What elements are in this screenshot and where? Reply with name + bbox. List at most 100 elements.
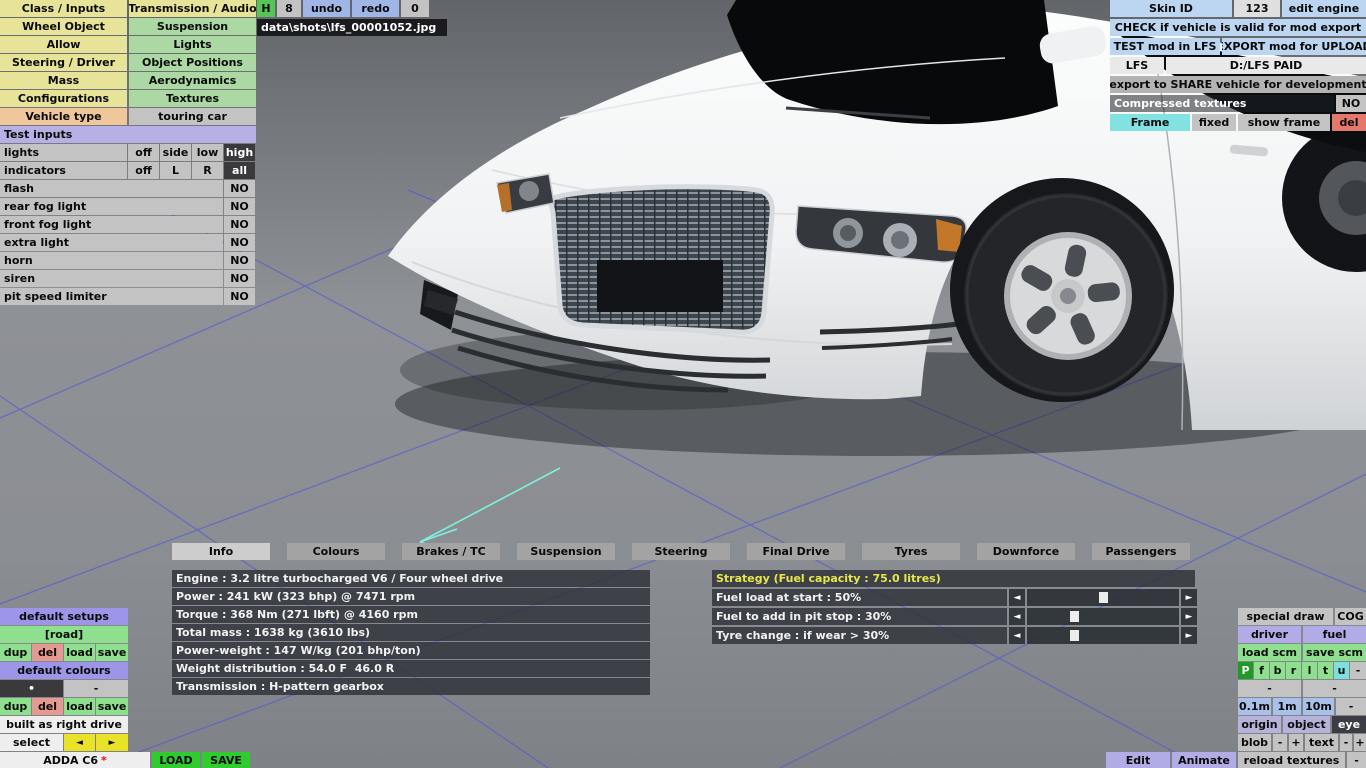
object-button[interactable]: object [1283, 716, 1330, 733]
setup-load-button[interactable]: load [64, 644, 95, 661]
tab-brakes-tc[interactable]: Brakes / TC [402, 543, 500, 560]
compressed-textures-toggle[interactable]: NO [1336, 95, 1366, 112]
frame-fixed-button[interactable]: fixed [1192, 114, 1236, 131]
setup-del-button[interactable]: del [32, 644, 63, 661]
eye-button[interactable]: eye [1332, 716, 1366, 733]
blob-plus-button[interactable]: + [1289, 734, 1303, 751]
menu-class-inputs[interactable]: Class / Inputs [0, 0, 127, 17]
draw-flag-t[interactable]: t [1318, 662, 1333, 679]
tab-info[interactable]: Info [172, 543, 270, 560]
fuel-start-inc-button[interactable]: ► [1181, 589, 1197, 606]
colour-dot-button[interactable]: • [0, 680, 63, 697]
select-button[interactable]: select [0, 734, 63, 751]
save-scm-button[interactable]: save scm [1303, 644, 1366, 661]
built-right-drive-toggle[interactable]: built as right drive [0, 716, 128, 733]
undo-button[interactable]: undo [303, 0, 350, 17]
fuel-start-dec-button[interactable]: ◄ [1009, 589, 1025, 606]
colour-dup-button[interactable]: dup [0, 698, 31, 715]
draw-flag-l[interactable]: l [1302, 662, 1317, 679]
text-button[interactable]: text [1305, 734, 1338, 751]
tyre-change-slider[interactable] [1027, 627, 1179, 644]
driver-button[interactable]: driver [1238, 626, 1301, 643]
draw-flag-f[interactable]: f [1254, 662, 1269, 679]
test-mod-button[interactable]: TEST mod in LFS [1110, 38, 1220, 55]
redo-count[interactable]: 0 [401, 0, 429, 17]
origin-button[interactable]: origin [1238, 716, 1281, 733]
vehicle-name-button[interactable]: ADDA C6 * [0, 752, 150, 768]
menu-wheel-object[interactable]: Wheel Object [0, 18, 127, 35]
menu-object-positions[interactable]: Object Positions [129, 54, 256, 71]
slider-thumb[interactable] [1070, 630, 1079, 641]
tab-suspension[interactable]: Suspension [517, 543, 615, 560]
mirror-h-button[interactable]: H [257, 0, 275, 17]
tab-downforce[interactable]: Downforce [977, 543, 1075, 560]
text-plus-button[interactable]: + [1354, 734, 1366, 751]
special-draw-button[interactable]: special draw [1238, 608, 1333, 625]
scale-dash-button[interactable]: - [1336, 698, 1366, 715]
fuel-start-slider[interactable] [1027, 589, 1179, 606]
draw-flag-r[interactable]: r [1286, 662, 1301, 679]
check-vehicle-button[interactable]: CHECK if vehicle is valid for mod export [1110, 19, 1366, 36]
draw-flag-dash[interactable]: - [1350, 662, 1366, 679]
scale-01m-button[interactable]: 0.1m [1238, 698, 1271, 715]
blob-button[interactable]: blob [1238, 734, 1271, 751]
reload-minus-button[interactable]: - [1347, 752, 1366, 768]
tab-passengers[interactable]: Passengers [1092, 543, 1190, 560]
slider-thumb[interactable] [1099, 592, 1108, 603]
slider-thumb[interactable] [1070, 611, 1079, 622]
colour-del-button[interactable]: del [32, 698, 63, 715]
menu-mass[interactable]: Mass [0, 72, 127, 89]
menu-textures[interactable]: Textures [129, 90, 256, 107]
tyre-change-dec-button[interactable]: ◄ [1009, 627, 1025, 644]
front-fog-toggle[interactable]: NO [224, 216, 255, 233]
setup-save-button[interactable]: save [96, 644, 128, 661]
export-mod-button[interactable]: EXPORT mod for UPLOAD [1222, 38, 1366, 55]
skin-id-button[interactable]: Skin ID [1110, 0, 1232, 17]
menu-steering-driver[interactable]: Steering / Driver [0, 54, 127, 71]
lfs-path-button[interactable]: D:/LFS PAID [1166, 57, 1366, 74]
br-dash-2-button[interactable]: - [1303, 680, 1366, 697]
draw-flag-u[interactable]: u [1334, 662, 1349, 679]
tab-final-drive[interactable]: Final Drive [747, 543, 845, 560]
colour-dash-button[interactable]: - [64, 680, 128, 697]
br-dash-1-button[interactable]: - [1238, 680, 1301, 697]
fuel-button[interactable]: fuel [1303, 626, 1366, 643]
extra-light-toggle[interactable]: NO [224, 234, 255, 251]
blob-minus-button[interactable]: - [1273, 734, 1287, 751]
lights-high-button[interactable]: high [224, 144, 255, 161]
tyre-change-inc-button[interactable]: ► [1181, 627, 1197, 644]
animate-mode-button[interactable]: Animate [1172, 752, 1236, 768]
flash-toggle[interactable]: NO [224, 180, 255, 197]
rear-fog-toggle[interactable]: NO [224, 198, 255, 215]
load-button[interactable]: LOAD [152, 752, 200, 768]
menu-suspension[interactable]: Suspension [129, 18, 256, 35]
select-prev-button[interactable]: ◄ [64, 734, 95, 751]
frame-button[interactable]: Frame [1110, 114, 1190, 131]
menu-transmission-audio[interactable]: Transmission / Audio [129, 0, 256, 17]
menu-aerodynamics[interactable]: Aerodynamics [129, 72, 256, 89]
horn-toggle[interactable]: NO [224, 252, 255, 269]
lights-off-button[interactable]: off [128, 144, 159, 161]
redo-button[interactable]: redo [352, 0, 399, 17]
indicators-left-button[interactable]: L [160, 162, 191, 179]
draw-flag-b[interactable]: b [1270, 662, 1285, 679]
lights-low-button[interactable]: low [192, 144, 223, 161]
fuel-pit-inc-button[interactable]: ► [1181, 608, 1197, 625]
colour-load-button[interactable]: load [64, 698, 95, 715]
reload-textures-button[interactable]: reload textures [1238, 752, 1345, 768]
edit-mode-button[interactable]: Edit [1106, 752, 1170, 768]
load-scm-button[interactable]: load scm [1238, 644, 1301, 661]
show-frame-button[interactable]: show frame [1238, 114, 1330, 131]
edit-engine-button[interactable]: edit engine [1282, 0, 1366, 17]
menu-lights[interactable]: Lights [129, 36, 256, 53]
fuel-pit-dec-button[interactable]: ◄ [1009, 608, 1025, 625]
lfs-button[interactable]: LFS [1110, 57, 1164, 74]
menu-allow[interactable]: Allow [0, 36, 127, 53]
vehicle-type-value[interactable]: touring car [129, 108, 256, 125]
skin-id-value[interactable]: 123 [1234, 0, 1280, 17]
frame-del-button[interactable]: del [1332, 114, 1366, 131]
scale-10m-button[interactable]: 10m [1303, 698, 1334, 715]
draw-flag-P[interactable]: P [1238, 662, 1253, 679]
select-next-button[interactable]: ► [96, 734, 128, 751]
indicators-off-button[interactable]: off [128, 162, 159, 179]
